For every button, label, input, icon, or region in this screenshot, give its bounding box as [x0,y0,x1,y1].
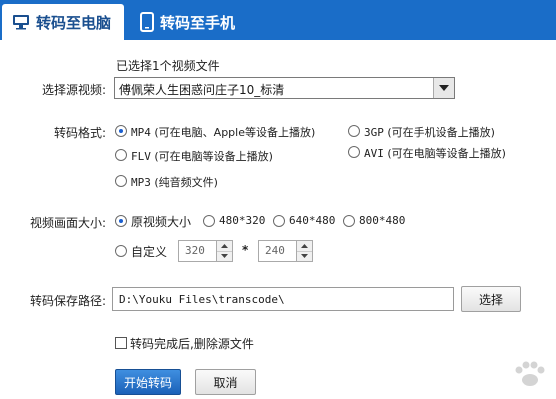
paw-watermark-icon [510,360,550,395]
size-radio-original[interactable] [115,215,127,227]
tab-transcode-to-phone[interactable]: 转码至手机 [130,4,244,40]
tab-bar: 转码至电脑 转码至手机 [0,0,556,40]
size-option-custom[interactable]: 自定义 [131,243,167,260]
size-radio-800x480[interactable] [343,215,355,227]
source-video-select[interactable]: 傅佩荣人生困惑问庄子10_标清 [114,77,455,99]
spin-down-icon[interactable] [217,251,232,261]
delete-source-checkbox[interactable] [115,337,127,349]
output-path-value: D:\Youku Files\transcode\ [119,293,285,306]
format-label: 转码格式: [54,126,107,140]
size-option-480x320[interactable]: 480*320 [219,214,265,227]
custom-height-value[interactable]: 240 [265,244,285,257]
format-option-flv[interactable]: FLV (可在电脑等设备上播放) [131,148,273,164]
tab-label: 转码至手机 [160,13,236,32]
size-radio-640x480[interactable] [273,215,285,227]
source-video-label: 选择源视频: [42,83,107,97]
tab-label: 转码至电脑 [36,13,112,32]
cancel-button[interactable]: 取消 [195,369,256,395]
size-option-640x480[interactable]: 640*480 [289,214,335,227]
format-radio-3gp[interactable] [348,125,360,137]
format-radio-avi[interactable] [348,146,360,158]
spin-down-icon[interactable] [297,251,312,261]
selected-file-count: 已选择1个视频文件 [116,59,220,73]
format-option-3gp[interactable]: 3GP (可在手机设备上播放) [364,124,495,140]
size-option-original[interactable]: 原视频大小 [131,213,191,230]
custom-width-stepper[interactable]: 320 [178,240,233,262]
video-size-label: 视频画面大小: [30,216,107,230]
chevron-down-icon[interactable] [433,78,454,98]
output-path-label: 转码保存路径: [30,294,107,308]
format-radio-flv[interactable] [115,149,127,161]
format-option-avi[interactable]: AVI (可在电脑等设备上播放) [364,145,506,161]
size-separator: * [242,243,249,257]
start-transcode-button[interactable]: 开始转码 [115,369,181,395]
size-option-800x480[interactable]: 800*480 [359,214,405,227]
size-radio-custom[interactable] [115,245,127,257]
format-option-mp4[interactable]: MP4 (可在电脑、Apple等设备上播放) [131,124,315,140]
phone-icon [140,12,154,32]
size-radio-480x320[interactable] [203,215,215,227]
custom-width-value[interactable]: 320 [185,244,205,257]
delete-source-label[interactable]: 转码完成后,删除源文件 [130,335,254,352]
format-radio-mp4[interactable] [115,125,127,137]
monitor-icon [12,14,30,30]
custom-height-stepper[interactable]: 240 [258,240,313,262]
output-path-input[interactable]: D:\Youku Files\transcode\ [112,287,454,311]
browse-button[interactable]: 选择 [461,286,521,312]
source-video-value: 傅佩荣人生困惑问庄子10_标清 [119,83,285,97]
tab-transcode-to-pc[interactable]: 转码至电脑 [2,4,124,40]
format-option-mp3[interactable]: MP3 (纯音频文件) [131,174,218,190]
format-radio-mp3[interactable] [115,175,127,187]
